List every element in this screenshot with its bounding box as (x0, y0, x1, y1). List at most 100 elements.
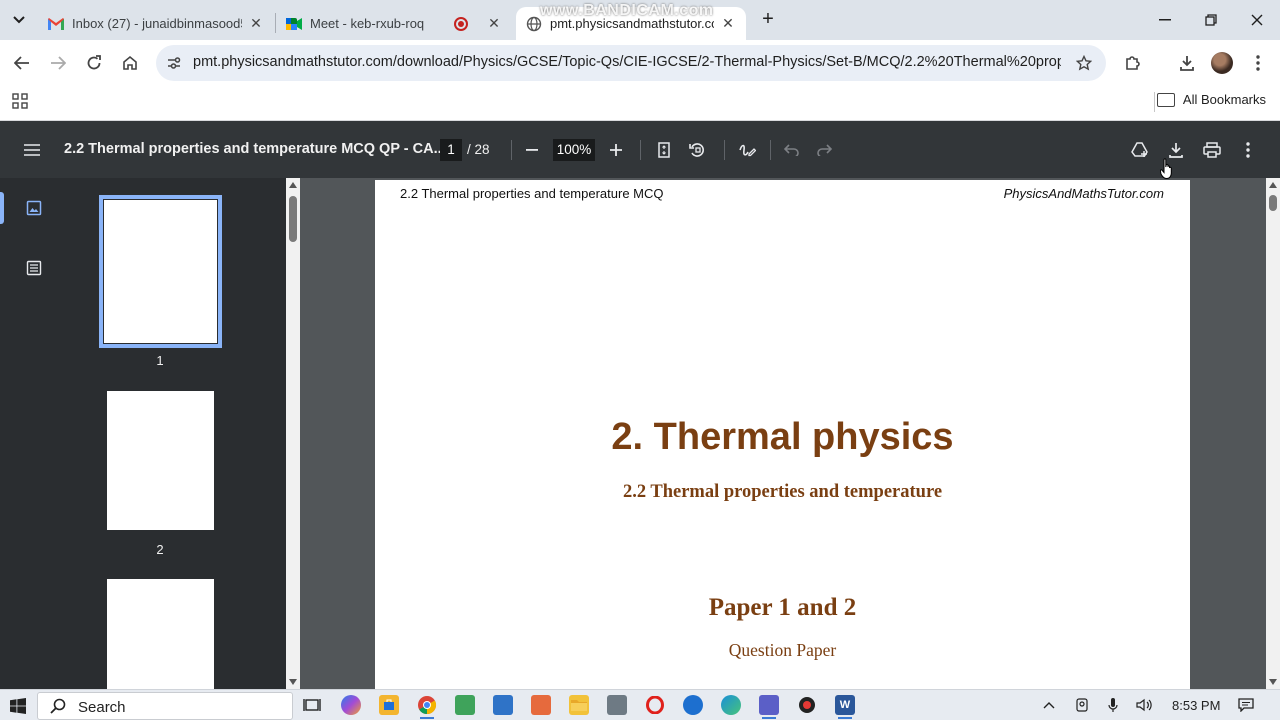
app-icon[interactable] (683, 695, 703, 715)
page-subtitle: 2.2 Thermal properties and temperature (622, 482, 943, 502)
app-icon[interactable] (455, 695, 475, 715)
profile-avatar[interactable] (1211, 52, 1233, 74)
downloads-icon[interactable] (1174, 50, 1200, 76)
tab-title: Inbox (27) - junaidbinmasood5 (72, 16, 242, 31)
url-text[interactable]: pmt.physicsandmathstutor.com/download/Ph… (193, 54, 1061, 70)
thumbnail-page-number: 2 (156, 542, 164, 557)
google-meet-icon (286, 16, 302, 32)
address-bar[interactable]: pmt.physicsandmathstutor.com/download/Ph… (156, 45, 1106, 81)
page-total: / 28 (467, 142, 490, 157)
edge-icon[interactable] (721, 695, 741, 715)
all-bookmarks-button[interactable]: All Bookmarks (1156, 92, 1266, 107)
browser-toolbar: pmt.physicsandmathstutor.com/download/Ph… (0, 40, 1280, 86)
scrollbar-thumb[interactable] (1269, 195, 1277, 211)
windows-taskbar: Search W 8:53 PM (0, 689, 1280, 720)
scroll-down-arrow-icon[interactable] (1269, 679, 1277, 685)
restore-icon[interactable] (1199, 8, 1223, 32)
taskbar-clock[interactable]: 8:53 PM (1172, 698, 1220, 713)
page-thumbnail[interactable] (107, 579, 214, 689)
tab-meet[interactable]: Meet - keb-rxub-roq ✕ (276, 7, 512, 40)
windows-start-icon[interactable] (10, 698, 26, 714)
taskbar-search-box[interactable]: Search (37, 692, 293, 720)
calculator-icon[interactable] (607, 695, 627, 715)
pdf-page: 2.2 Thermal properties and temperature M… (375, 180, 1190, 689)
page-thumbnail[interactable] (107, 391, 214, 530)
file-explorer-icon[interactable] (569, 695, 589, 715)
pdf-sidebar: 1 2 (0, 178, 300, 689)
zoom-in-icon[interactable] (604, 138, 628, 162)
thumbnails-view-icon[interactable] (24, 198, 44, 218)
pdf-more-options-icon[interactable] (1236, 138, 1260, 162)
extensions-puzzle-icon[interactable] (1120, 50, 1146, 76)
scroll-up-arrow-icon[interactable] (289, 182, 297, 188)
paper-type-label: Question Paper (728, 640, 837, 660)
page-header-left: 2.2 Thermal properties and temperature M… (400, 186, 664, 201)
pdf-toolbar: 2.2 Thermal properties and temperature M… (0, 121, 1280, 178)
close-tab-icon[interactable]: ✕ (720, 15, 736, 32)
page-number-input[interactable]: 1 (440, 139, 462, 161)
forward-arrow-icon[interactable] (45, 50, 71, 76)
close-tab-icon[interactable]: ✕ (486, 15, 502, 32)
copilot-icon[interactable] (341, 695, 361, 715)
fit-page-icon[interactable] (652, 138, 676, 162)
scrollbar-thumb[interactable] (289, 196, 297, 242)
volume-icon[interactable] (1136, 696, 1154, 714)
tab-search-chevron-icon[interactable] (8, 9, 30, 31)
scroll-up-arrow-icon[interactable] (1269, 182, 1277, 188)
toolbar-divider (724, 140, 725, 160)
rotate-icon[interactable] (685, 138, 709, 162)
search-placeholder: Search (78, 699, 126, 716)
more-menu-icon[interactable] (1245, 50, 1271, 76)
reload-icon[interactable] (81, 50, 107, 76)
sidebar-scrollbar[interactable] (286, 178, 300, 689)
apps-grid-icon[interactable] (12, 93, 30, 111)
back-arrow-icon[interactable] (9, 50, 35, 76)
page-thumbnail[interactable] (99, 195, 222, 348)
save-to-drive-icon[interactable] (1128, 138, 1152, 162)
chrome-icon[interactable] (417, 695, 437, 719)
hand-cursor-icon (1160, 158, 1172, 180)
close-tab-icon[interactable]: ✕ (248, 15, 264, 32)
pdf-document-title: 2.2 Thermal properties and temperature M… (64, 141, 446, 157)
bookmarks-bar: All Bookmarks (0, 86, 1280, 121)
toolbar-divider (770, 140, 771, 160)
toolbar-divider (640, 140, 641, 160)
photos-icon[interactable] (493, 695, 513, 715)
zoom-out-icon[interactable] (520, 138, 544, 162)
task-view-icon[interactable] (302, 695, 322, 715)
toolbar-divider (511, 140, 512, 160)
notifications-icon[interactable] (1237, 696, 1255, 714)
outline-view-icon[interactable] (24, 258, 44, 278)
scroll-down-arrow-icon[interactable] (289, 679, 297, 685)
home-icon[interactable] (117, 50, 143, 76)
undo-icon[interactable] (780, 138, 804, 162)
camera-icon[interactable] (1073, 696, 1091, 714)
show-hidden-icons-chevron-icon[interactable] (1040, 696, 1058, 714)
zoom-level-input[interactable]: 100% (553, 139, 595, 161)
minimize-icon[interactable] (1153, 8, 1177, 32)
microphone-icon[interactable] (1104, 696, 1122, 714)
sidebar-rail (0, 178, 68, 689)
viewer-scrollbar[interactable] (1266, 178, 1280, 689)
tab-gmail[interactable]: Inbox (27) - junaidbinmasood5 ✕ (38, 7, 274, 40)
active-rail-indicator (0, 192, 4, 224)
app-icon[interactable] (531, 695, 551, 715)
new-tab-plus-icon[interactable]: + (758, 9, 778, 30)
redo-icon[interactable] (812, 138, 836, 162)
bookmark-star-icon[interactable] (1074, 53, 1094, 73)
annotate-pen-icon[interactable] (735, 138, 759, 162)
close-window-icon[interactable] (1245, 8, 1269, 32)
pdf-viewer[interactable]: 2.2 Thermal properties and temperature M… (300, 178, 1266, 689)
tab-strip: Inbox (27) - junaidbinmasood5 ✕ Meet - k… (0, 0, 1280, 40)
sidebar-menu-icon[interactable] (20, 138, 44, 162)
site-info-icon[interactable] (164, 53, 184, 73)
store-icon[interactable] (379, 695, 399, 715)
recording-icon (454, 16, 468, 31)
teams-icon[interactable] (759, 695, 779, 719)
thumbnail-page-number: 1 (156, 353, 164, 368)
print-icon[interactable] (1200, 138, 1224, 162)
opera-icon[interactable] (645, 695, 665, 715)
bandicam-record-icon[interactable] (797, 695, 817, 715)
word-icon[interactable]: W (835, 695, 855, 719)
page-title: 2. Thermal physics (611, 416, 954, 458)
